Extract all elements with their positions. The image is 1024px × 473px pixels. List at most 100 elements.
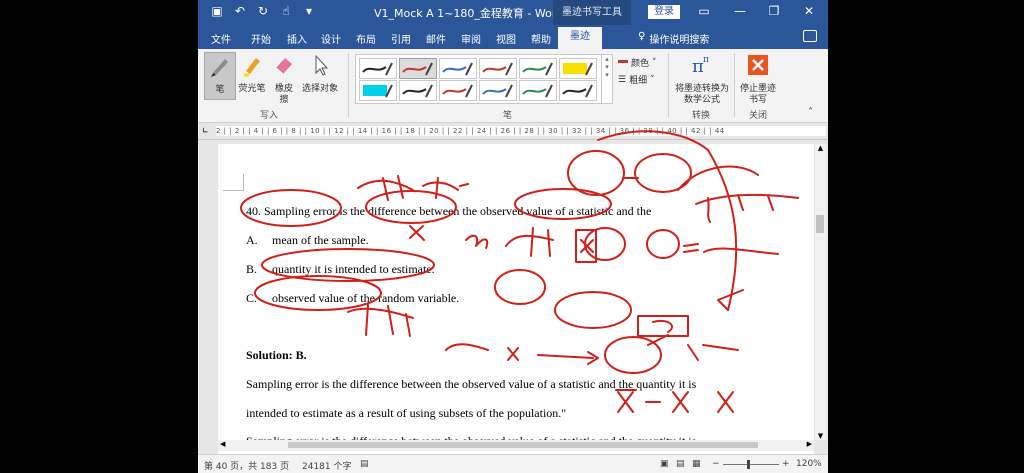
tab-stop-selector-icon[interactable]: ∟ <box>202 126 209 135</box>
option-c-letter: C. <box>246 291 258 305</box>
write-group-label: 写入 <box>260 111 279 121</box>
horizontal-scroll-thumb[interactable] <box>288 442 758 448</box>
group-divider <box>668 53 669 117</box>
read-mode-icon[interactable]: ▣ <box>660 459 669 469</box>
proofing-icon[interactable]: ▤ <box>360 459 369 469</box>
horizontal-scrollbar[interactable]: ◀ ▶ <box>218 440 814 451</box>
tab-design[interactable]: 设计 <box>321 31 341 46</box>
pi-math-icon: π π <box>692 55 709 77</box>
pen-stroke-icon <box>362 62 393 76</box>
gallery-scroll[interactable]: ▴ ▾ ▾ <box>601 55 612 103</box>
vertical-scroll-thumb[interactable] <box>816 215 824 233</box>
zoom-out-icon[interactable]: − <box>712 459 720 469</box>
margin-corner-mark <box>223 174 244 191</box>
pen-swatch[interactable] <box>359 58 397 79</box>
highlighter-tool-label: 荧光笔 <box>238 84 266 94</box>
restore-icon[interactable]: ❐ <box>766 4 782 18</box>
print-layout-icon[interactable]: ▤ <box>676 459 685 469</box>
scroll-down-icon[interactable]: ▼ <box>815 432 826 440</box>
login-button[interactable]: 登录 <box>648 5 680 19</box>
pen-swatch[interactable] <box>359 80 397 101</box>
zoom-level[interactable]: 120% <box>796 459 822 469</box>
tab-file[interactable]: 文件 <box>211 31 231 46</box>
pen-swatch[interactable] <box>439 58 477 79</box>
word-count[interactable]: 24181 个字 <box>302 459 352 472</box>
tab-mailings[interactable]: 邮件 <box>426 31 446 46</box>
eraser-tool-button[interactable]: 橡皮擦 <box>271 52 297 106</box>
pen-swatch[interactable] <box>399 80 437 101</box>
ink-color-label: 颜色 <box>631 59 650 69</box>
tab-home[interactable]: 开始 <box>251 31 271 46</box>
pen-swatch[interactable] <box>559 58 597 79</box>
tell-me-search[interactable]: ♀ 操作说明搜索 <box>638 31 709 46</box>
pen-stroke-icon <box>482 84 513 98</box>
title-bar: ▣ ↶ ↻ ☝ ▾ V1_Mock A 1~180_金程教育 - Word 墨迹… <box>198 0 828 25</box>
thickness-icon: ☰ <box>618 74 627 85</box>
pen-stroke-icon <box>522 62 553 76</box>
highlighter-swatch-icon <box>363 84 393 98</box>
redo-icon[interactable]: ↻ <box>256 4 270 18</box>
explanation-line-2: intended to estimate as a result of usin… <box>246 406 567 420</box>
ink-color-dropdown[interactable]: 颜色 ˅ <box>618 56 657 69</box>
pen-swatch[interactable] <box>479 58 517 79</box>
tab-review[interactable]: 审阅 <box>461 31 481 46</box>
quick-access-toolbar: ▣ ↶ ↻ ☝ ▾ <box>210 4 316 18</box>
tab-references[interactable]: 引用 <box>391 31 411 46</box>
select-objects-label: 选择对象 <box>301 84 338 94</box>
zoom-in-icon[interactable]: + <box>782 459 790 469</box>
pen-swatch[interactable] <box>559 80 597 101</box>
status-bar: 第 40 页，共 183 页 24181 个字 ▤ ▣ ▤ ▦ − + 120% <box>198 454 828 473</box>
horizontal-ruler[interactable]: ∟ 2 | | 2 | | 4 | | 6 | | 8 | | 10 | | 1… <box>198 123 828 140</box>
pen-swatch[interactable] <box>439 80 477 101</box>
scroll-left-icon[interactable]: ◀ <box>220 440 225 448</box>
tab-insert[interactable]: 插入 <box>287 31 307 46</box>
cursor-arrow-icon <box>315 54 329 76</box>
zoom-slider[interactable] <box>723 464 779 465</box>
pen-tool-button[interactable]: 笔 <box>204 52 236 100</box>
chevron-down-icon: ˅ <box>650 74 655 85</box>
highlighter-tool-button[interactable]: 荧光笔 <box>236 52 268 95</box>
ink-to-math-button[interactable]: π π 将墨迹转换为数学公式 <box>674 52 730 106</box>
document-page[interactable]: 40. Sampling error is the difference bet… <box>218 144 814 454</box>
ink-thickness-dropdown[interactable]: ☰ 粗细 ˅ <box>618 73 655 87</box>
collapse-ribbon-icon[interactable]: ˄ <box>808 107 813 118</box>
tab-ink[interactable]: 墨迹 <box>558 27 602 49</box>
lightbulb-icon: ♀ <box>638 31 646 42</box>
svg-text:π: π <box>703 55 709 65</box>
pen-swatch[interactable] <box>399 58 437 79</box>
tab-help[interactable]: 帮助 <box>531 31 551 46</box>
stop-inking-button[interactable]: 停止墨迹书写 <box>738 52 778 106</box>
page-count[interactable]: 第 40 页，共 183 页 <box>204 459 289 472</box>
ink-ribbon: 笔 荧光笔 橡皮擦 选择对象 写入 ▴ ▾ ▾ 笔 颜色 ˅ ☰ 粗细 ˅ π … <box>198 49 828 123</box>
ribbon-display-options-icon[interactable]: ▭ <box>696 4 712 18</box>
word-window: ▣ ↶ ↻ ☝ ▾ V1_Mock A 1~180_金程教育 - Word 墨迹… <box>198 0 828 473</box>
pen-swatch[interactable] <box>479 80 517 101</box>
explanation-line-1: Sampling error is the difference between… <box>246 377 697 391</box>
minimize-icon[interactable]: — <box>732 4 748 18</box>
pen-swatch[interactable] <box>519 58 557 79</box>
pen-stroke-icon <box>522 84 553 98</box>
touch-mode-icon[interactable]: ☝ <box>279 4 293 18</box>
scroll-right-icon[interactable]: ▶ <box>807 440 812 448</box>
group-divider <box>734 53 735 117</box>
color-swatch-icon <box>618 59 628 66</box>
customize-qat-icon[interactable]: ▾ <box>302 4 316 18</box>
zoom-slider-thumb[interactable] <box>747 460 750 469</box>
tab-view[interactable]: 视图 <box>496 31 516 46</box>
document-title: V1_Mock A 1~180_金程教育 - Word <box>374 7 564 20</box>
web-layout-icon[interactable]: ▦ <box>692 459 701 469</box>
pens-group-label: 笔 <box>503 111 513 121</box>
select-objects-button[interactable]: 选择对象 <box>300 52 340 95</box>
save-icon[interactable]: ▣ <box>210 4 224 18</box>
vertical-scrollbar[interactable]: ▲ ▼ <box>815 144 826 440</box>
tab-layout[interactable]: 布局 <box>356 31 376 46</box>
pen-swatch[interactable] <box>519 80 557 101</box>
chevron-down-icon: ˅ <box>652 57 657 68</box>
close-icon[interactable]: ✕ <box>801 4 817 18</box>
comments-icon[interactable] <box>803 30 817 42</box>
pen-stroke-icon <box>442 84 473 98</box>
pen-tool-label: 笔 <box>215 85 225 95</box>
option-a-text: mean of the sample. <box>272 233 369 247</box>
undo-icon[interactable]: ↶ <box>233 4 247 18</box>
scroll-up-icon[interactable]: ▲ <box>815 144 826 152</box>
